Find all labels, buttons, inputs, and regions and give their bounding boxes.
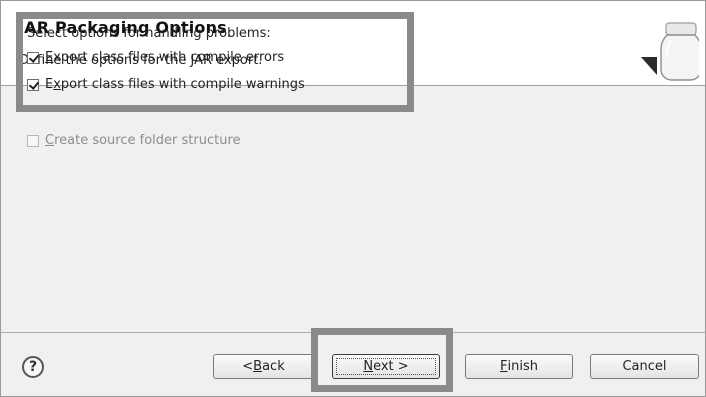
back-button[interactable]: < Back [213, 354, 314, 379]
help-icon[interactable]: ? [22, 356, 44, 378]
export-errors-label: Export class files with compile errors [45, 50, 285, 65]
jar-icon [641, 22, 699, 81]
export-warnings-option[interactable]: Export class files with compile warnings [27, 77, 305, 92]
export-errors-option[interactable]: Export class files with compile errors [27, 50, 284, 65]
source-folder-checkbox [27, 134, 39, 147]
problems-group-label: Select options for handling problems: [27, 26, 271, 41]
jar-packaging-dialog: JAR Packaging Options Define the options… [0, 0, 706, 397]
source-folder-label: Create source folder structure [45, 133, 241, 148]
source-folder-option: Create source folder structure [27, 133, 241, 148]
finish-button[interactable]: Finish [465, 354, 573, 379]
next-highlight-frame [311, 328, 453, 392]
cancel-button[interactable]: Cancel [590, 354, 699, 379]
export-errors-checkbox[interactable] [27, 51, 39, 64]
export-warnings-checkbox[interactable] [27, 78, 39, 91]
export-warnings-label: Export class files with compile warnings [45, 77, 305, 92]
